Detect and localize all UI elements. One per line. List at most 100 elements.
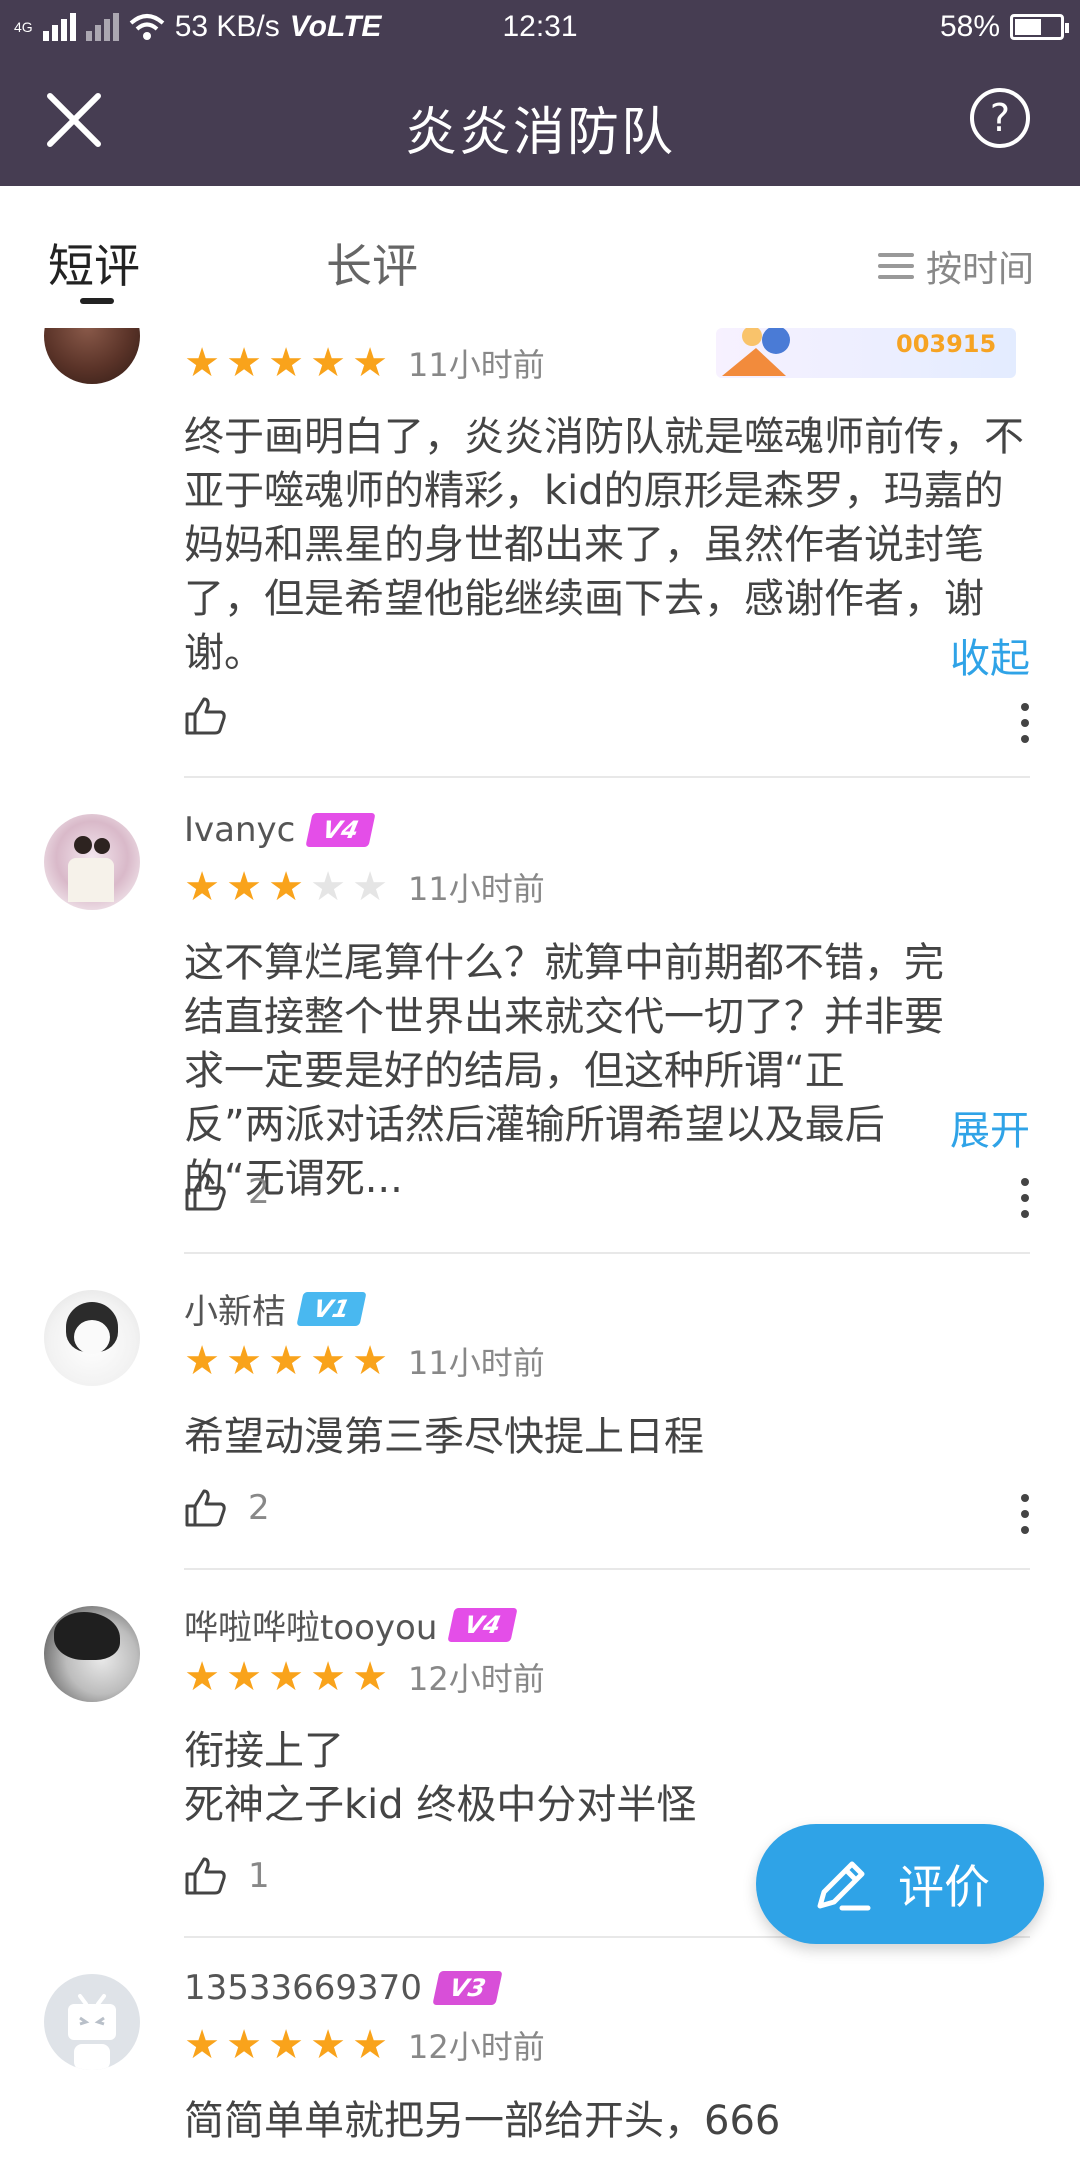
review-text: 希望动漫第三季尽快提上日程 [184,1414,704,1460]
review-time: 11小时前 [408,1344,545,1382]
like-button[interactable]: 2 [184,1172,270,1212]
tab-short-review[interactable]: 短评 [48,230,140,304]
user-row: 小新桔 V1 [184,1284,367,1333]
write-review-label: 评价 [898,1860,990,1914]
star-icon: ★ [310,1338,346,1384]
sort-label: 按时间 [925,249,1034,290]
username[interactable]: 哗啦哗啦tooyou [184,1600,437,1649]
level-badge: V1 [296,1291,367,1326]
sort-lines-icon [877,253,914,279]
review-time: 12小时前 [408,2028,545,2066]
username[interactable]: 13533669370 [184,1968,422,2008]
tab-long-review[interactable]: 长评 [326,230,418,296]
star-icon: ★ [352,864,388,910]
star-icon: ★ [268,864,304,910]
thumbs-up-icon [185,1489,226,1527]
tab-bar: 短评 长评 按时间 [0,186,1080,328]
clock: 12:31 [502,10,578,43]
battery-percent: 58% [939,10,1000,43]
thumbs-up-icon [185,1857,226,1895]
star-icon: ★ [184,1338,220,1384]
star-icon: ★ [310,864,346,910]
rating-row: ★ ★ ★ ★ ★ 11小时前 [182,1338,545,1384]
user-row: 13533669370 V3 [184,1968,503,2008]
review-text: 简简单单就把另一部给开头，666 [184,2098,781,2144]
sort-by-time-button[interactable]: 按时间 [877,240,1034,292]
rating-row: ★ ★ ★ ★ ★ 12小时前 [182,1654,545,1700]
like-button[interactable] [184,696,228,736]
review-text: 这不算烂尾算什么？就算中前期都不错，完结直接整个世界出来就交代一切了？并非要求一… [184,940,944,1202]
review-text: 衔接上了 死神之子kid 终极中分对半怪 [184,1728,697,1828]
like-count: 2 [248,1172,270,1212]
star-icon: ★ [268,1338,304,1384]
star-icon: ★ [226,1338,262,1384]
star-icon: ★ [310,340,346,386]
more-vertical-icon[interactable] [1020,1494,1030,1534]
star-icon: ★ [352,340,388,386]
avatar[interactable] [44,1974,140,2070]
decorative-banner: 003915 [716,328,1016,378]
rating-row: ★ ★ ★ ★ ★ 11小时前 [182,864,545,910]
collapse-link[interactable]: 收起 [950,626,1030,684]
rating-row: ★ ★ ★ ★ ★ 11小时前 [182,340,545,386]
thumbs-up-icon [185,1173,226,1211]
user-row: 哗啦哗啦tooyou V4 [184,1600,519,1649]
active-tab-indicator [80,298,114,304]
review-time: 12小时前 [408,1660,545,1698]
user-row: Ivanyc V4 [184,810,377,850]
star-icon: ★ [184,1654,220,1700]
star-icon: ★ [268,340,304,386]
avatar[interactable] [44,1290,140,1386]
review-text: 终于画明白了，炎炎消防队就是噬魂师前传，不亚于噬魂师的精彩，kid的原形是森罗，… [184,414,1024,676]
star-icon: ★ [226,864,262,910]
avatar[interactable] [44,328,140,384]
level-badge: V3 [432,1971,503,2005]
page-title: 炎炎消防队 [404,103,675,163]
star-icon: ★ [310,2022,346,2068]
review-item: 003915 ★ ★ ★ ★ ★ 11小时前 终于画明白了，炎炎消防队就是噬魂师… [0,328,1080,778]
review-item: 小新桔 V1 ★ ★ ★ ★ ★ 11小时前 希望动漫第三季尽快提上日程 2 [0,1254,1080,1570]
status-right: 58% [939,10,1069,44]
default-avatar-icon [68,1994,116,2070]
help-icon[interactable]: ? [970,88,1030,148]
thumbs-up-icon [185,697,226,735]
more-vertical-icon[interactable] [1020,703,1030,743]
tab-long-label: 长评 [326,239,418,293]
more-vertical-icon[interactable] [1020,1178,1030,1218]
username[interactable]: Ivanyc [184,810,295,850]
avatar[interactable] [44,814,140,910]
review-time: 11小时前 [408,870,545,908]
app-header: 炎炎消防队 ? [0,56,1080,186]
write-review-button[interactable]: 评价 [756,1824,1044,1944]
like-count: 1 [248,1856,270,1896]
status-bar: 4G 53 KB/s VoLTE 12:31 58% [0,0,1080,56]
like-count: 2 [248,1488,270,1528]
star-icon: ★ [352,1338,388,1384]
level-badge: V4 [447,1607,519,1642]
star-icon: ★ [352,1654,388,1700]
tab-short-label: 短评 [48,239,140,293]
avatar[interactable] [44,1606,140,1702]
like-button[interactable]: 2 [184,1488,270,1528]
battery-fill [1015,19,1041,35]
star-icon: ★ [268,1654,304,1700]
star-icon: ★ [352,2022,388,2068]
star-icon: ★ [226,1654,262,1700]
star-icon: ★ [184,864,220,910]
banner-score: 003915 [896,330,996,358]
expand-link[interactable]: 展开 [950,1098,1030,1156]
like-button[interactable]: 1 [184,1856,270,1896]
star-icon: ★ [184,2022,220,2068]
review-time: 11小时前 [408,346,545,384]
level-badge: V4 [305,813,377,847]
review-item: Ivanyc V4 ★ ★ ★ ★ ★ 11小时前 这不算烂尾算什么？就算中前期… [0,778,1080,1254]
star-icon: ★ [226,2022,262,2068]
rating-row: ★ ★ ★ ★ ★ 12小时前 [182,2022,545,2068]
star-icon: ★ [226,340,262,386]
star-icon: ★ [184,340,220,386]
star-icon: ★ [268,2022,304,2068]
battery-icon [1010,14,1069,40]
star-icon: ★ [310,1654,346,1700]
edit-pen-icon [817,1861,871,1911]
username[interactable]: 小新桔 [184,1284,286,1333]
